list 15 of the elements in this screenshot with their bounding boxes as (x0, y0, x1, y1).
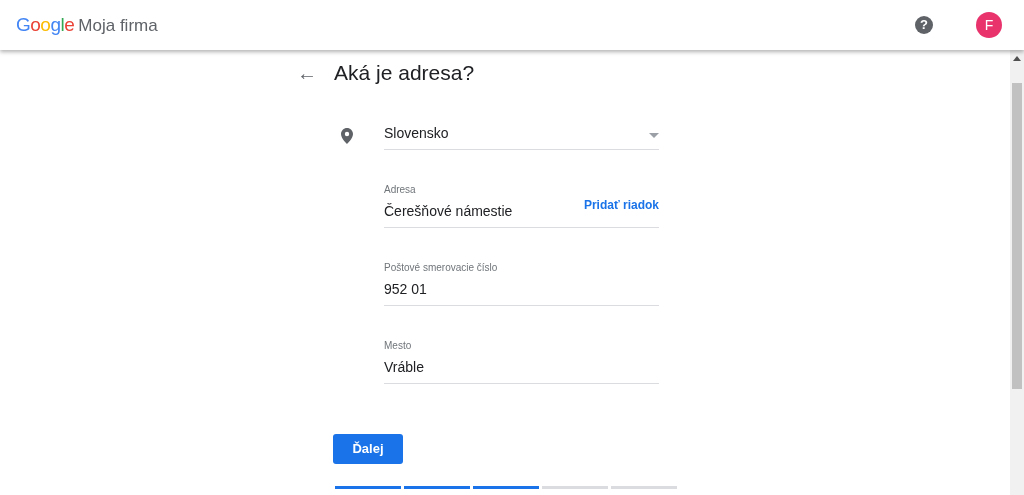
input-field[interactable]: Adresa Čerešňové námestie Pridať riadok (384, 182, 659, 229)
scroll-up-icon[interactable] (1013, 56, 1021, 61)
scrollbar[interactable] (1010, 50, 1024, 495)
add-line-link[interactable]: Pridať riadok (583, 196, 659, 215)
dropdown-caret-icon (649, 133, 659, 139)
country-dropdown[interactable]: Slovensko (384, 123, 659, 151)
input-field[interactable]: Poštové smerovacie číslo 952 01 (384, 260, 659, 307)
location-pin-icon (341, 127, 353, 144)
help-icon[interactable]: ? (915, 16, 933, 34)
page-title: Aká je adresa? (334, 60, 475, 86)
next-button[interactable]: Ďalej (333, 434, 403, 465)
account-avatar[interactable]: F (976, 12, 1002, 38)
input-field[interactable]: Mesto Vráble (384, 338, 659, 385)
product-name: Moja firma (78, 14, 158, 37)
google-logo: Google (16, 12, 75, 37)
